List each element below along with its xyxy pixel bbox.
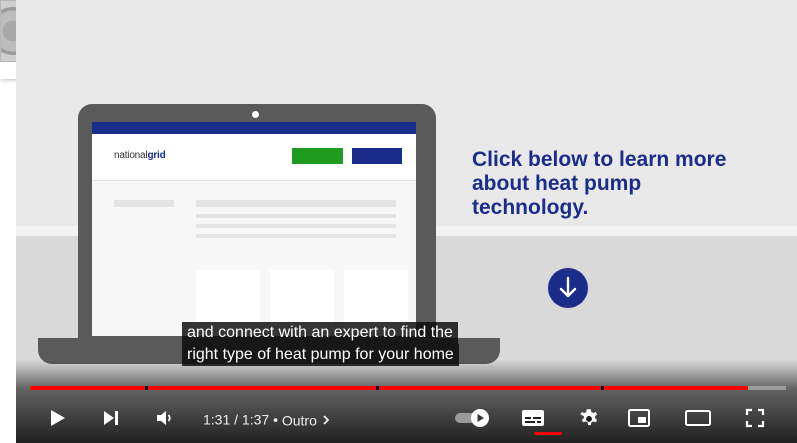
current-time: 1:31 <box>203 411 231 428</box>
autoplay-toggle[interactable] <box>452 400 494 436</box>
play-icon <box>51 410 65 426</box>
subtitles-button[interactable] <box>516 400 550 436</box>
autoplay-toggle-icon <box>455 409 489 427</box>
caption-line: and connect with an expert to find the <box>182 322 458 344</box>
theater-mode-button[interactable] <box>680 400 716 436</box>
laptop-camera <box>252 111 259 118</box>
time-display: 1:31 / 1:37 • Outro <box>203 408 331 430</box>
screen-blue-block <box>352 148 402 164</box>
down-arrow-icon <box>548 268 588 308</box>
progress-played <box>30 386 749 390</box>
screen-placeholder <box>196 214 396 218</box>
fullscreen-icon <box>745 408 765 428</box>
gear-icon <box>580 409 598 426</box>
mute-button[interactable] <box>150 400 180 436</box>
screen-header: nationalgrid <box>92 134 416 181</box>
fullscreen-button[interactable] <box>738 400 772 436</box>
laptop-screen: nationalgrid <box>92 122 416 336</box>
chapter-separator-dot: • <box>273 411 278 428</box>
screen-placeholder <box>114 200 174 207</box>
screen-placeholder <box>196 224 396 228</box>
screen-green-block <box>292 148 343 164</box>
screen-placeholder <box>196 234 396 238</box>
video-player[interactable]: nationalgrid Click below to learn more a… <box>16 0 797 443</box>
progress-bar[interactable] <box>30 386 786 390</box>
next-button[interactable] <box>96 400 126 436</box>
next-icon <box>104 411 118 425</box>
chapter-divider <box>145 386 148 390</box>
chapter-title-button[interactable]: Outro <box>281 411 331 428</box>
screen-placeholder <box>196 200 396 207</box>
volume-icon <box>157 411 171 425</box>
screen-top-bar <box>92 122 416 134</box>
brand-logo: nationalgrid <box>114 150 166 161</box>
play-button[interactable] <box>42 400 72 436</box>
call-to-action-text: Click below to learn more about heat pum… <box>472 148 727 219</box>
settings-button[interactable] <box>572 400 606 436</box>
miniplayer-button[interactable] <box>622 400 656 436</box>
chapter-title: Outro <box>281 411 317 428</box>
miniplayer-icon <box>628 409 650 427</box>
time-separator: / <box>234 411 239 428</box>
subtitles-icon <box>522 410 544 426</box>
chevron-right-icon <box>323 415 330 425</box>
subtitles-active-indicator <box>534 432 562 435</box>
chapter-divider <box>601 386 604 390</box>
theater-mode-icon <box>685 410 711 426</box>
chapter-divider <box>376 386 379 390</box>
duration: 1:37 <box>241 411 270 428</box>
